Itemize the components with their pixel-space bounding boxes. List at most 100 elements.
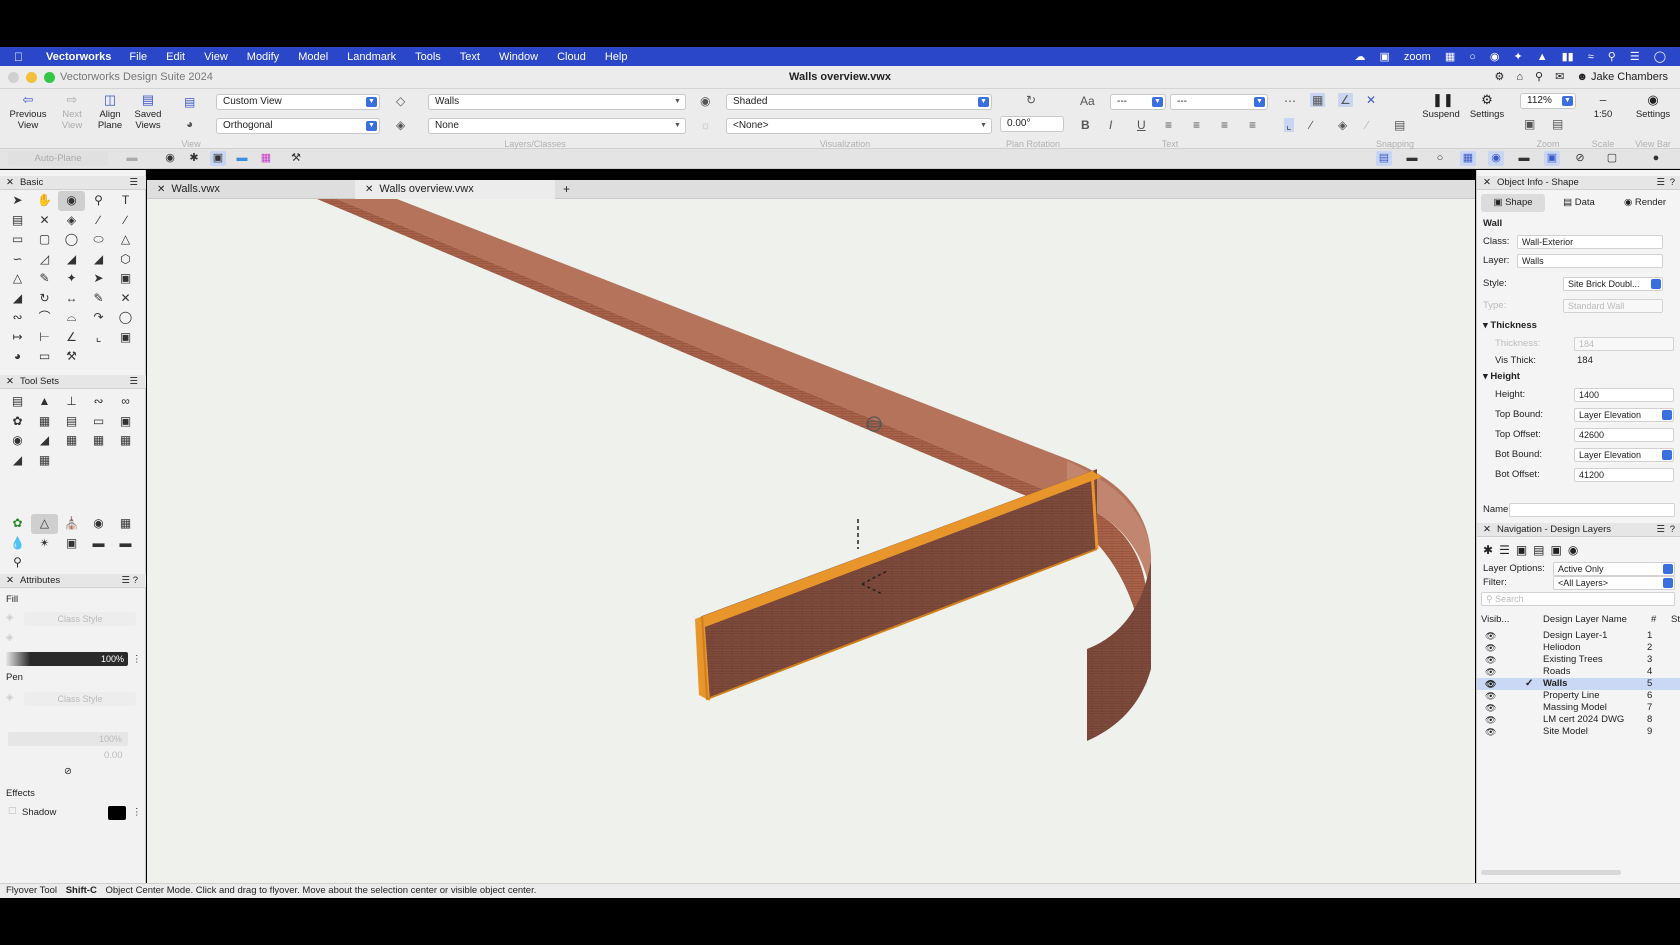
name-field[interactable] [1509,503,1675,517]
help-icon[interactable]: ? [1670,176,1675,190]
align-left-button[interactable]: ≡ [1165,118,1172,132]
snap-object-icon[interactable]: ▦ [1310,93,1326,107]
angular-dimension-tool-icon[interactable]: ∠ [58,328,85,348]
reshape-tool-icon[interactable]: ▣ [112,269,139,289]
previous-view-button[interactable]: ⇦ Previous View [8,93,48,132]
shield-icon[interactable]: ▲ [1537,51,1548,63]
snap-surface-icon[interactable]: ◈ [1338,118,1347,132]
eye-icon[interactable]: 👁 [1485,726,1496,738]
key-tool-icon[interactable]: ⚲ [4,553,31,573]
type-dropdown[interactable]: Standard Wall [1563,299,1663,313]
lighting-toolset-icon[interactable]: ▦ [85,431,112,451]
shadow-menu-icon[interactable]: ⋮ [132,807,142,818]
align-plane-button[interactable]: ◫ Align Plane [90,93,130,132]
offset-tool-icon[interactable]: ↷ [85,308,112,328]
close-icon[interactable]: ✕ [6,575,14,586]
machine-design-toolset-icon[interactable]: ▭ [85,412,112,432]
layer-search-input[interactable]: ⚲ Search [1481,592,1675,606]
triangle-tool-icon[interactable]: △ [4,269,31,289]
close-icon[interactable]: ✕ [1483,524,1491,535]
align-right-button[interactable]: ≡ [1221,118,1228,132]
eye-icon[interactable]: 👁 [1485,630,1496,642]
layer-row[interactable]: 👁 Design Layer-1 1 [1477,630,1680,642]
underline-button[interactable]: U [1137,118,1146,132]
pen-style-icon[interactable]: ⊘ [64,766,72,777]
layer-row[interactable]: 👁 Existing Trees 3 [1477,654,1680,666]
connect-tool-icon[interactable]: ∾ [4,308,31,328]
display-mode-icon[interactable]: ▬ [1404,151,1420,166]
menu-file[interactable]: File [129,51,147,63]
apple-icon[interactable]:  [14,50,28,64]
double-line-tool-icon[interactable]: ∕ [112,211,139,231]
rectangle-tool-icon[interactable]: ▭ [4,230,31,250]
nav-layers-icon[interactable]: ☰ [1499,543,1510,557]
furniture-toolset-icon[interactable]: ▦ [31,412,58,432]
space-tool-icon[interactable]: ▭ [31,347,58,367]
lighting-dropdown[interactable]: <None> ▼ [726,118,992,134]
siri-icon[interactable]: ◯ [1654,50,1666,63]
font-dropdown[interactable]: --- ▼ [1110,94,1166,110]
height-field[interactable]: 1400 [1574,388,1674,402]
focus-icon[interactable]: ○ [1432,151,1448,166]
layer-row[interactable]: 👁 Massing Model 7 [1477,702,1680,714]
polygon-tool-icon[interactable]: ◢ [58,250,85,270]
rigging-toolset-icon[interactable]: ▦ [112,431,139,451]
eye-icon[interactable]: 👁 [1485,690,1496,702]
tape-measure-tool-icon[interactable]: ▣ [112,328,139,348]
tag-tool-icon[interactable]: ⚒ [58,347,85,367]
camera-view-icon[interactable]: ◉ [1488,151,1504,166]
building-shell-toolset-icon[interactable]: ▤ [4,392,31,412]
eye-icon[interactable]: 👁 [1485,702,1496,714]
app-icon[interactable]: ▦ [1445,50,1455,63]
help-icon[interactable]: ? [133,574,138,588]
arc-tool-icon[interactable]: △ [112,230,139,250]
bold-button[interactable]: B [1081,118,1090,132]
menu-icon[interactable]: ☰ [1656,523,1665,537]
menu-modify[interactable]: Modify [247,51,279,63]
lighting-icon[interactable]: ☼ [700,118,711,132]
oval-tool-icon[interactable]: ⬭ [85,230,112,250]
layer-row[interactable]: 👁 Property Line 6 [1477,690,1680,702]
trim-tool-icon[interactable]: ✕ [112,289,139,309]
close-tab-icon[interactable]: ✕ [365,184,373,195]
tab-render[interactable]: ◉ Render [1613,194,1677,212]
nav-saved-views-icon[interactable]: ▣ [1551,543,1562,557]
tab-walls-overview[interactable]: ✕ Walls overview.vwx [355,180,555,199]
horizontal-scrollbar[interactable] [1481,870,1621,875]
saved-views-button[interactable]: ▤ Saved Views [128,93,168,132]
wifi-icon[interactable]: ≈ [1588,51,1594,63]
close-tab-icon[interactable]: ✕ [157,184,165,195]
eye-icon[interactable]: 👁 [1485,666,1496,678]
slab-tool-icon[interactable]: ▬ [112,534,139,554]
user-icon[interactable]: ☻ Jake Chambers [1576,71,1668,83]
menu-icon[interactable]: ☰ [1656,176,1665,190]
battery-icon[interactable]: ▮▮ [1562,50,1574,63]
bot-bound-dropdown[interactable]: Layer Elevation [1574,448,1674,462]
view-icon[interactable]: ▤ [184,95,195,109]
scale-button[interactable]: ⎯ 1:50 [1586,93,1620,121]
fill-opacity-slider[interactable]: 100% [6,652,128,666]
layer-dropdown[interactable]: Walls ▼ [428,94,686,110]
fill-style-dropdown[interactable]: Class Style [24,612,136,626]
protractor-tool-icon[interactable]: ◕ [4,347,31,367]
chain-dimension-tool-icon[interactable]: ⌞ [85,328,112,348]
nav-viewports-icon[interactable]: ▤ [1533,543,1544,557]
selection-tool-icon[interactable]: ➤ [4,191,31,211]
split-tool-icon[interactable]: ✎ [85,289,112,309]
snap-tangent-icon[interactable]: ⌞ [1284,118,1294,132]
eyedropper-tool-icon[interactable]: ✎ [31,269,58,289]
callout-tool-icon[interactable]: ▤ [4,211,31,231]
close-icon[interactable]: ✕ [1483,177,1491,188]
detailing-toolset-icon[interactable]: ▲ [31,392,58,412]
layer-icon[interactable]: ◇ [396,94,405,108]
space-planning-toolset-icon[interactable]: ▣ [112,412,139,432]
help-icon[interactable]: ? [1670,523,1675,537]
snap-distance-icon[interactable]: ∕ [1310,118,1312,132]
mirror-tool-icon[interactable]: ◢ [4,289,31,309]
fillet-tool-icon[interactable]: ⌒ [31,308,58,328]
nav-references-icon[interactable]: ◉ [1568,543,1578,557]
search-icon[interactable]: ⚲ [1608,50,1616,63]
grid-mode-icon[interactable]: ▦ [258,151,274,166]
pen-style-dropdown[interactable]: Class Style [24,692,136,706]
landscape-toolset-icon[interactable]: ✿ [4,412,31,432]
